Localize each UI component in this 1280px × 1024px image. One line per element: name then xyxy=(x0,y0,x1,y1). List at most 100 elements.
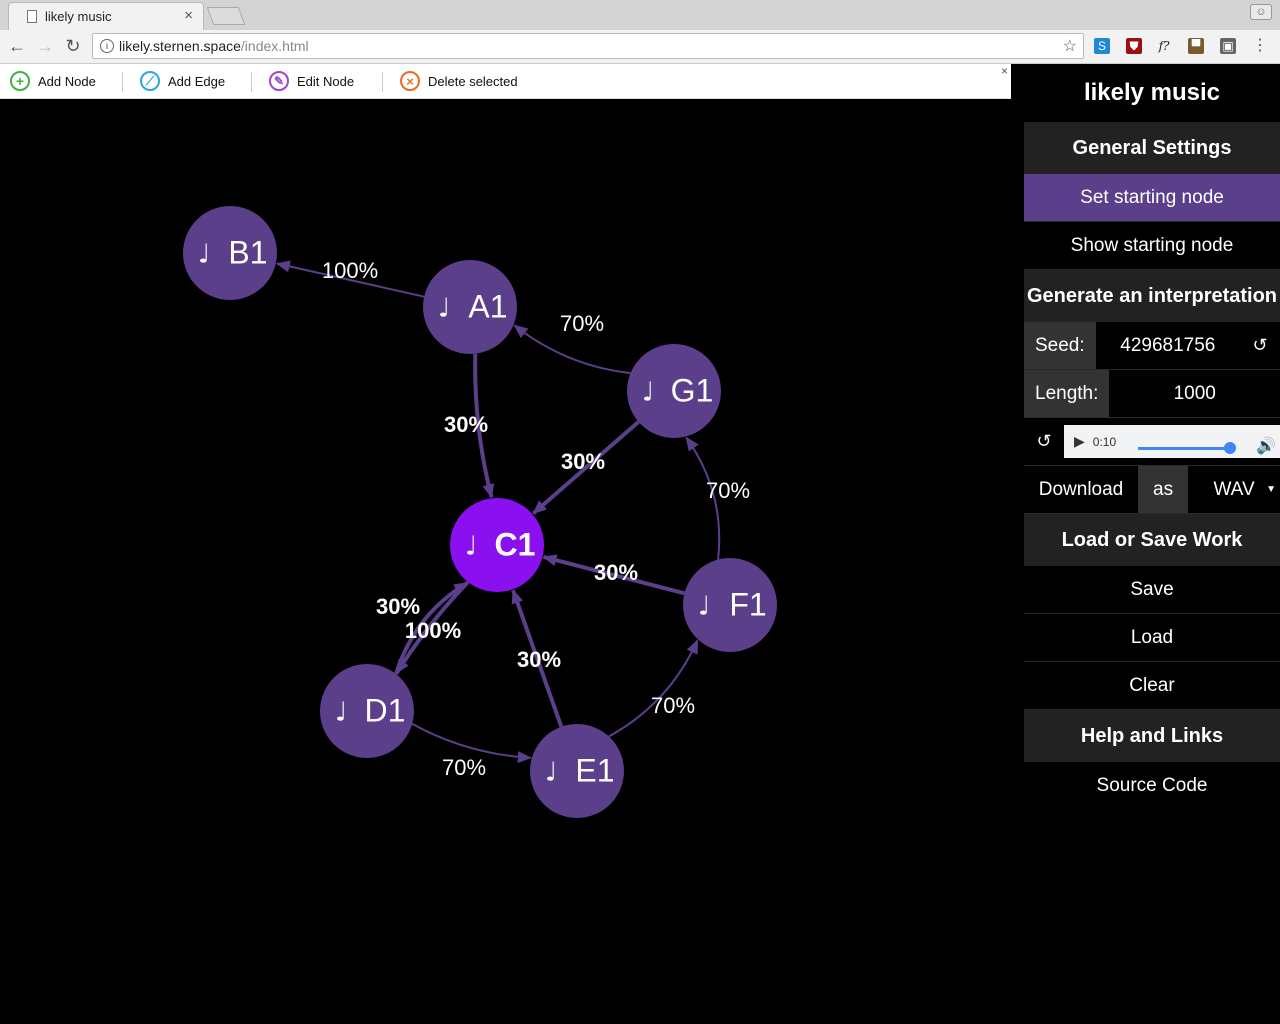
delete-icon: × xyxy=(400,71,420,91)
reload-icon[interactable]: ↻ xyxy=(62,36,84,57)
length-input[interactable]: 1000 xyxy=(1109,370,1280,417)
music-note-icon: ♩ xyxy=(465,532,477,562)
edge-e1-f1[interactable] xyxy=(608,639,699,738)
seed-input[interactable]: 429681756 xyxy=(1096,322,1240,369)
back-icon[interactable]: ← xyxy=(6,36,28,57)
edge-label-c1-d1: 100% xyxy=(405,618,461,643)
app-title: likely music xyxy=(1024,64,1280,122)
format-select[interactable]: WAV ▼ xyxy=(1188,466,1280,513)
menu-icon[interactable]: ⋮ xyxy=(1252,38,1268,54)
general-settings-heading: General Settings xyxy=(1024,122,1280,174)
music-note-icon: ♩ xyxy=(335,698,347,728)
load-save-heading: Load or Save Work xyxy=(1024,514,1280,566)
audio-player[interactable]: ▶ 0:10 🔊 xyxy=(1064,425,1280,458)
show-starting-node-button[interactable]: Show starting node xyxy=(1024,222,1280,270)
edge-d1-e1[interactable] xyxy=(411,723,532,764)
length-label: Length: xyxy=(1024,370,1110,417)
node-label: C1 xyxy=(495,526,536,562)
address-bar[interactable]: i likely.sternen.space/index.html ☆ xyxy=(92,33,1084,59)
as-label: as xyxy=(1138,466,1189,513)
download-button[interactable]: Download xyxy=(1024,466,1138,513)
player-row: ↺ ▶ 0:10 🔊 xyxy=(1024,418,1280,466)
toolbar-divider xyxy=(382,72,383,92)
nodes-layer: ♩ B1 ♩ A1 ♩ G1 ♩ C1 ♩ F1 ♩ D1 ♩ E1 xyxy=(183,206,777,818)
extension-s-icon[interactable]: S xyxy=(1094,38,1110,54)
sidebar: likely music General Settings Set starti… xyxy=(1024,64,1280,810)
toolbar-divider xyxy=(251,72,252,92)
forward-icon[interactable]: → xyxy=(34,36,56,57)
node-label: B1 xyxy=(228,234,267,270)
add-node-button[interactable]: + Add Node xyxy=(10,70,96,92)
tab-title: likely music xyxy=(45,9,112,24)
new-tab-button[interactable] xyxy=(206,7,246,25)
graph-canvas[interactable]: 100%70%30%30%70%30%30%100%30%70%70% ♩ B1♩… xyxy=(0,99,1011,1024)
info-icon[interactable]: i xyxy=(100,39,114,53)
node-d1[interactable]: ♩ D1 xyxy=(320,664,414,758)
edit-node-icon: ✎ xyxy=(269,71,289,91)
graph-toolbar: + Add Node ⟋ Add Edge ✎ Edit Node × Dele… xyxy=(0,64,1011,99)
node-label: E1 xyxy=(575,752,614,788)
close-toolbar-icon[interactable]: × xyxy=(1001,64,1008,78)
ublock-icon[interactable]: ⛊ xyxy=(1126,38,1142,54)
node-b1[interactable]: ♩ B1 xyxy=(183,206,277,300)
edge-label-a1-c1: 30% xyxy=(444,412,488,437)
edge-label-g1-c1: 30% xyxy=(561,449,605,474)
node-e1[interactable]: ♩ E1 xyxy=(530,724,624,818)
seed-row: Seed: 429681756 ↺ xyxy=(1024,322,1280,370)
play-icon[interactable]: ▶ xyxy=(1074,433,1085,450)
bookmark-star-icon[interactable]: ☆ xyxy=(1063,36,1077,56)
regenerate-icon[interactable]: ↺ xyxy=(1024,418,1064,465)
font-finder-icon[interactable]: f? xyxy=(1156,38,1172,54)
seed-label: Seed: xyxy=(1024,322,1096,369)
extension-plug-icon[interactable]: ▣ xyxy=(1220,38,1236,54)
edit-node-label: Edit Node xyxy=(297,73,355,89)
add-node-label: Add Node xyxy=(38,73,96,89)
browser-tab[interactable]: likely music × xyxy=(8,2,204,30)
edge-label-f1-c1: 30% xyxy=(594,560,638,585)
set-starting-node-button[interactable]: Set starting node xyxy=(1024,174,1280,222)
close-tab-icon[interactable]: × xyxy=(184,7,193,24)
node-f1[interactable]: ♩ F1 xyxy=(683,558,777,652)
edge-label-g1-a1: 70% xyxy=(560,311,604,336)
clear-button[interactable]: Clear xyxy=(1024,662,1280,710)
extension-plant-icon[interactable]: ▀ xyxy=(1188,38,1204,54)
node-c1[interactable]: ♩ C1 xyxy=(450,498,544,592)
generate-interpretation-heading: Generate an interpretation xyxy=(1024,270,1280,322)
audio-time: 0:10 xyxy=(1092,434,1117,449)
reseed-icon[interactable]: ↺ xyxy=(1240,322,1280,369)
format-value: WAV xyxy=(1213,478,1255,500)
url-host: likely.sternen.space xyxy=(119,38,241,54)
add-node-icon: + xyxy=(10,71,30,91)
browser-toolbar: ← → ↻ i likely.sternen.space/index.html … xyxy=(0,30,1280,64)
url-path: /index.html xyxy=(240,38,309,54)
progress-slider[interactable] xyxy=(1138,447,1230,450)
save-button[interactable]: Save xyxy=(1024,566,1280,614)
page-icon xyxy=(27,10,37,23)
music-note-icon: ♩ xyxy=(642,378,654,408)
dropdown-arrow-icon: ▼ xyxy=(1266,484,1276,495)
music-note-icon: ♩ xyxy=(698,592,710,622)
progress-handle[interactable] xyxy=(1224,442,1236,454)
browser-tab-bar: likely music × ☺ xyxy=(0,0,1280,30)
edge-label-a1-b1: 100% xyxy=(322,258,378,283)
profile-icon[interactable]: ☺ xyxy=(1250,4,1272,20)
add-edge-icon: ⟋ xyxy=(140,71,160,91)
node-label: G1 xyxy=(671,372,714,408)
music-note-icon: ♩ xyxy=(438,294,450,324)
source-code-link[interactable]: Source Code xyxy=(1024,762,1280,810)
help-links-heading: Help and Links xyxy=(1024,710,1280,762)
node-label: D1 xyxy=(365,692,406,728)
url-text: likely.sternen.space/index.html xyxy=(119,38,309,54)
edge-label-e1-f1: 70% xyxy=(651,693,695,718)
edge-label-f1-g1: 70% xyxy=(706,478,750,503)
edit-node-button[interactable]: ✎ Edit Node xyxy=(269,70,354,92)
edge-label-e1-c1: 30% xyxy=(517,647,561,672)
node-g1[interactable]: ♩ G1 xyxy=(627,344,721,438)
add-edge-button[interactable]: ⟋ Add Edge xyxy=(140,70,225,92)
add-edge-label: Add Edge xyxy=(168,73,226,89)
volume-icon[interactable]: 🔊 xyxy=(1256,436,1276,456)
delete-selected-button[interactable]: × Delete selected xyxy=(400,70,518,92)
node-a1[interactable]: ♩ A1 xyxy=(423,260,517,354)
delete-selected-label: Delete selected xyxy=(428,73,518,89)
load-button[interactable]: Load xyxy=(1024,614,1280,662)
